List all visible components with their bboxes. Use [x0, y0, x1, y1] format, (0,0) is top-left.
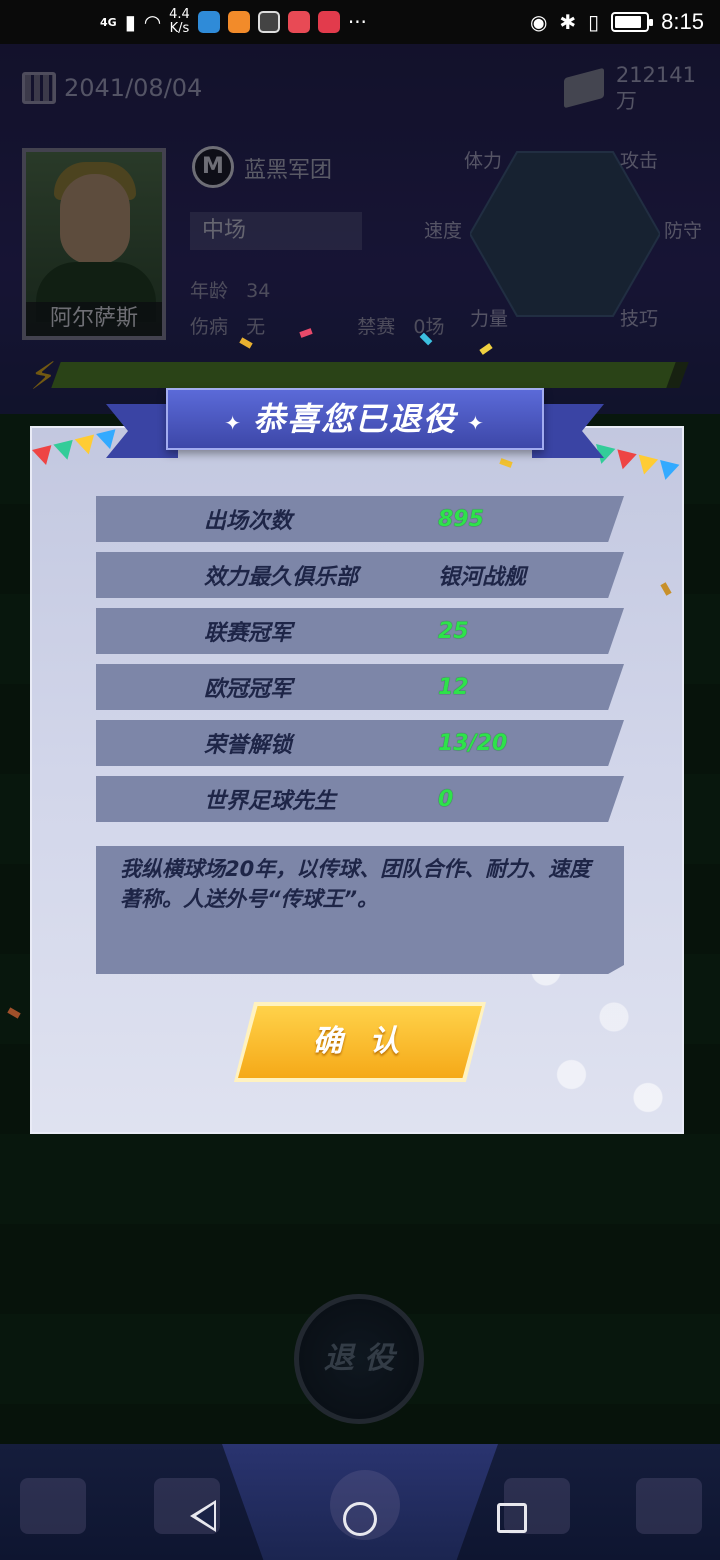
network-indicator: 4G [100, 15, 117, 29]
stat-row-ucl-titles: 欧冠冠军 12 [96, 664, 624, 710]
ban-value: 0场 [413, 316, 445, 338]
clock: 8:15 [661, 9, 704, 34]
confirm-button[interactable]: 确 认 [238, 1006, 482, 1078]
attribute-radar-chart [470, 151, 660, 317]
stat-row-longest-club: 效力最久俱乐部 银河战舰 [96, 552, 624, 598]
stat-value: 13/20 [438, 730, 508, 756]
dialog-title: 恭喜您已退役 [252, 400, 457, 438]
app-icon-book [317, 11, 340, 33]
game-date: 2041/08/04 [22, 72, 202, 104]
network-speed: 4.4 K/s [169, 7, 190, 36]
player-name: 阿尔萨斯 [26, 302, 162, 336]
money-icon [563, 67, 604, 109]
status-bar: 4G ▮ ◠ 4.4 K/s ··· ◉ ✱ ▯ 8:15 [0, 0, 720, 44]
experience-fill [51, 362, 677, 388]
injury-label: 伤病 [190, 316, 229, 338]
injury-row: 伤病 无 禁赛 0场 [190, 312, 444, 339]
app-icon-red [287, 11, 310, 33]
attr-speed: 速度 [424, 220, 463, 242]
attr-attack: 攻击 [620, 150, 659, 172]
more-notifications-icon: ··· [347, 10, 367, 34]
date-text: 2041/08/04 [64, 74, 203, 102]
stat-label: 欧冠冠军 [204, 677, 293, 702]
tab-team-icon[interactable] [20, 1478, 86, 1534]
club-logo-icon: M [192, 146, 234, 188]
stat-label: 联赛冠军 [204, 621, 293, 646]
sparkle-icon: ✦ [224, 411, 243, 435]
stat-row-honors-unlocked: 荣誉解锁 13/20 [96, 720, 624, 766]
stat-label: 世界足球先生 [204, 789, 337, 814]
calendar-icon [22, 72, 56, 104]
app-icon-video [227, 11, 250, 33]
stat-value: 12 [438, 674, 469, 700]
stat-label: 荣誉解锁 [204, 733, 293, 758]
nav-back-inner [196, 1504, 214, 1528]
stat-value: 25 [438, 618, 469, 644]
stat-label: 效力最久俱乐部 [204, 565, 359, 590]
stat-row-world-player: 世界足球先生 0 [96, 776, 624, 822]
retire-button[interactable]: 退 役 [294, 1294, 424, 1424]
stat-value: 银河战舰 [438, 565, 527, 590]
experience-bar [51, 362, 689, 388]
club-name: 蓝黑军团 [244, 158, 333, 183]
money-unit: 万 [615, 89, 637, 113]
stat-label: 出场次数 [204, 509, 293, 534]
dialog-title-banner: ✦ 恭喜您已退役 ✦ [166, 388, 544, 450]
stat-row-league-titles: 联赛冠军 25 [96, 608, 624, 654]
stat-row-appearances: 出场次数 895 [96, 496, 624, 542]
battery-fill [615, 16, 641, 28]
vibrate-icon: ▯ [588, 10, 600, 34]
player-position: 中场 [190, 212, 362, 250]
sparkle-icon: ✦ [467, 411, 486, 435]
player-portrait[interactable]: 阿尔萨斯 [22, 148, 166, 340]
eye-icon: ◉ [529, 10, 548, 34]
wifi-icon: ◠ [143, 10, 162, 34]
lightning-icon: ⚡ [30, 354, 57, 398]
stat-value: 895 [438, 506, 484, 532]
age-value: 34 [246, 280, 271, 302]
player-bio: 我纵横球场20年，以传球、团队合作、耐力、速度著称。人送外号“传球王”。 [96, 846, 624, 974]
stat-value: 0 [438, 786, 454, 812]
battery-icon [611, 12, 654, 32]
attr-technique: 技巧 [620, 308, 659, 330]
injury-value: 无 [246, 316, 266, 338]
signal-icon: ▮ [124, 10, 136, 34]
nav-home-icon[interactable] [343, 1502, 377, 1536]
nav-recents-icon[interactable] [497, 1503, 527, 1533]
app-icon-cloud [197, 11, 220, 33]
money-amount: 212141 [615, 63, 696, 87]
app-icon-hex [257, 11, 280, 33]
age-label: 年龄 [190, 280, 229, 302]
money-display: 212141 万 [563, 62, 696, 114]
tab-trophy-icon[interactable] [636, 1478, 702, 1534]
attr-defense: 防守 [664, 220, 703, 242]
age-row: 年龄 34 [190, 276, 270, 303]
attr-stamina: 体力 [464, 150, 503, 172]
bluetooth-icon: ✱ [559, 10, 577, 34]
attr-strength: 力量 [470, 308, 509, 330]
ban-label: 禁赛 [357, 316, 396, 338]
portrait-face [60, 174, 130, 264]
